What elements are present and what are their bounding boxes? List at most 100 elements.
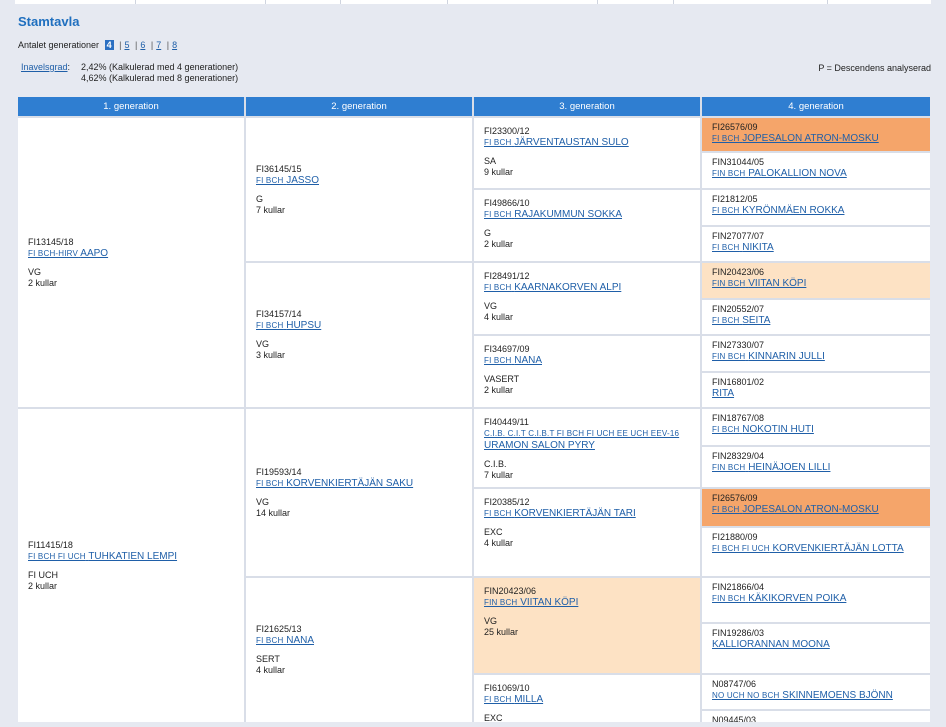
dog-name-link[interactable]: C.I.B. C.I.T C.I.B.T FI BCH FI UCH EE UC… [484,428,690,452]
pedigree-cell-gen3-3: FI28491/12 FI BCH KAARNAKORVEN ALPI VG 4 ku… [474,263,700,334]
dog-titles: FIN BCH [712,463,746,472]
registration-number: FI13145/18 [28,236,74,247]
dog-name-link[interactable]: FI BCH JÄRVENTAUSTAN SULO [484,137,690,149]
dog-titles: FI BCH [484,138,512,147]
dog-name-link[interactable]: FI BCH JASSO [256,175,462,187]
dog-name: JASSO [286,174,320,186]
dog-litters: 2 kullar [28,580,58,591]
dog-name-link[interactable]: FIN BCH KÄKIKORVEN POIKA [712,593,920,605]
dog-name-link[interactable]: FI BCH SEITA [712,315,920,327]
pedigree-cell-gen3-1: FI23300/12 FI BCH JÄRVENTAUSTAN SULO SA 9 k… [474,118,700,188]
registration-number: N09445/03 [712,715,757,722]
dog-titles: FI BCH [712,134,740,143]
registration-number: FIN20423/06 [484,586,537,596]
dog-name-link[interactable]: FI BCH NIKITA [712,242,920,254]
dog-titles: FI BCH [712,316,740,325]
dog-litters: 9 kullar [484,167,514,177]
dog-name: RITA [712,388,735,399]
dog-titles: FI BCH [256,636,284,645]
dog-litters: 25 kullar [484,627,519,637]
dog-name-link[interactable]: FI BCH KAARNAKORVEN ALPI [484,282,690,294]
dog-litters: 7 kullar [256,204,286,215]
dog-name-link[interactable]: FIN BCH VIITAN KÖPI [712,278,920,290]
dog-name-link[interactable]: KALLIORANNAN MOONA [712,639,920,651]
dog-grade: EXC [484,527,503,537]
dog-name-link[interactable]: FI BCH MILLA [484,694,690,706]
dog-name-link[interactable]: FI BCH HUPSU [256,320,462,332]
dog-name-link[interactable]: FI BCH JOPESALON ATRON-MOSKU [712,133,920,145]
registration-number: FI28491/12 [484,271,530,281]
pedigree-cell-gen4-4: FIN27077/07 FI BCH NIKITA [702,227,930,261]
inbreeding-link[interactable]: Inavelsgrad [21,62,68,72]
dog-name-link[interactable]: FIN BCH PALOKALLION NOVA [712,168,920,180]
dog-name-link[interactable]: FIN BCH HEINÄJOEN LILLI [712,462,920,474]
dog-name: TUHKATIEN LEMPI [88,550,178,562]
dog-name: SEITA [742,315,771,326]
dog-name: JOPESALON ATRON-MOSKU [742,504,879,515]
dog-name-link[interactable]: FI BCH FI UCH TUHKATIEN LEMPI [28,551,234,563]
registration-number: FIN20423/06 [712,267,765,277]
dog-meta: VG 3 kullar [256,339,462,361]
dog-name-link[interactable]: RITA [712,388,920,400]
dog-name: JOPESALON ATRON-MOSKU [742,133,879,144]
dog-name: NOKOTIN HUTI [742,424,814,435]
dog-name-link[interactable]: FI BCH FI UCH KORVENKIERTÄJÄN LOTTA [712,543,920,555]
dog-name-link[interactable]: FI BCH-HIRV AAPO [28,248,234,260]
generation-link-5[interactable]: 5 [124,40,129,50]
dog-name-link[interactable]: FI BCH KYRÖNMÄEN ROKKA [712,205,920,217]
dog-name-link[interactable]: NO UCH NO BCH SKINNEMOENS BJÖNN [712,690,920,702]
dog-titles: FI BCH [712,425,740,434]
registration-number: FIN16801/02 [712,377,765,387]
registration-number: FI61069/10 [484,683,530,693]
registration-number: FI49866/10 [484,198,530,208]
dog-name-link[interactable]: FI BCH NOKOTIN HUTI [712,424,920,436]
registration-number: FI20385/12 [484,497,530,507]
dog-name: KÄKIKORVEN POIKA [748,593,847,604]
dog-titles: FI BCH [484,283,512,292]
pedigree-cell-gen4-9: FIN18767/08 FI BCH NOKOTIN HUTI [702,409,930,445]
dog-meta: SA 9 kullar [484,156,690,178]
pedigree-cell-gen3-7: FIN20423/06 FIN BCH VIITAN KÖPI VG 25 kulla… [474,578,700,673]
dog-titles: FI BCH [484,210,512,219]
dog-grade: VG [256,339,270,349]
registration-number: FIN31044/05 [712,157,765,167]
header-gen-4: 4. generation [702,97,930,116]
dog-name-link[interactable]: FI BCH JOPESALON ATRON-MOSKU [712,504,920,516]
pedigree-cell-gen4-13: FIN21866/04 FIN BCH KÄKIKORVEN POIKA [702,578,930,622]
pedigree-cell-gen4-12: FI21880/09 FI BCH FI UCH KORVENKIERTÄJÄN … [702,528,930,576]
pedigree-cell-gen2-3: FI19593/14 FI BCH KORVENKIERTÄJÄN SAKU VG 1… [246,409,472,576]
dog-name-link[interactable]: FI BCH NANA [484,355,690,367]
registration-number: FI19593/14 [256,466,302,477]
generation-link-6[interactable]: 6 [140,40,145,50]
dog-grade: EXC [484,713,503,722]
pedigree-cell-gen4-14: FIN19286/03 KALLIORANNAN MOONA [702,624,930,673]
dog-name-link[interactable]: FI BCH KORVENKIERTÄJÄN TARI [484,508,690,520]
generations-selector: Antalet generationer 4 | 5 | 6 | 7 | 8 [18,40,178,50]
dog-litters: 2 kullar [484,239,514,249]
dog-meta: FI UCH 2 kullar [28,570,234,592]
dog-titles: FI BCH [484,356,512,365]
pedigree-cell-gen4-5: FIN20423/06 FIN BCH VIITAN KÖPI [702,263,930,298]
dog-name-link[interactable]: FI BCH NANA [256,635,462,647]
header-gen-2: 2. generation [246,97,472,116]
generation-link-8[interactable]: 8 [172,40,177,50]
dog-name: URAMON SALON PYRY [484,440,595,451]
dog-titles: FIN BCH [712,169,746,178]
dog-meta: EXC2 kullar [484,713,690,722]
dog-name-link[interactable]: FI BCH RAJAKUMMUN SOKKA [484,209,690,221]
dog-grade: SA [484,156,497,166]
registration-number: FI21625/13 [256,624,302,634]
dog-name-link[interactable]: FIN BCH VIITAN KÖPI [484,597,690,609]
pedigree-cell-gen4-11: FI26576/09 FI BCH JOPESALON ATRON-MOSKU [702,489,930,526]
dog-name-link[interactable]: FIN BCH KINNARIN JULLI [712,351,920,363]
dog-name: HUPSU [286,320,322,331]
generation-link-7[interactable]: 7 [156,40,161,50]
dog-name: NANA [286,635,315,646]
registration-number: FI21812/05 [712,194,758,204]
dog-meta: VASERT 2 kullar [484,374,690,396]
dog-name-link[interactable]: FI BCH KORVENKIERTÄJÄN SAKU [256,478,462,490]
registration-number: FI23300/12 [484,126,530,136]
pedigree-cell-gen4-15: N08747/06 NO UCH NO BCH SKINNEMOENS BJÖNN [702,675,930,709]
dog-meta: G2 kullar [484,228,690,250]
dog-grade: G [484,228,492,238]
